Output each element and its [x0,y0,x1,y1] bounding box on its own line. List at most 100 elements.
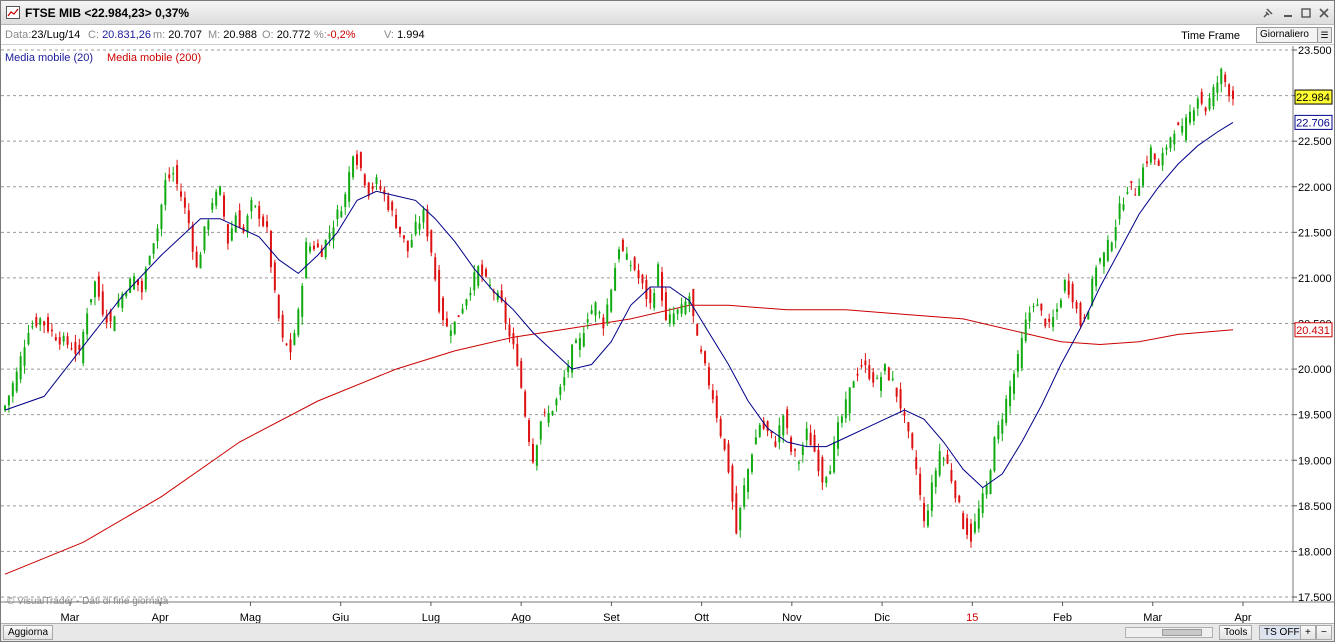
candle-body [1099,258,1102,262]
candle-body [1228,84,1231,97]
tools-button[interactable]: Tools [1219,625,1253,640]
candle-body [672,313,675,325]
y-tick-label: 23.500 [1298,46,1332,57]
candle-body [1059,300,1062,308]
candle-body [1130,180,1133,184]
candle-body [113,316,116,332]
candle-body [398,226,401,234]
candle-body [457,315,460,318]
candle-body [520,360,523,388]
candle-body [7,395,10,406]
candle-body [657,264,660,286]
close-icon[interactable] [1316,5,1332,21]
candle-body [438,270,441,312]
candle-body [531,443,534,463]
candle-body [152,243,155,254]
candle-body [191,225,194,252]
candle-body [880,376,883,391]
candle-body [876,377,879,379]
candle-body [328,233,331,239]
y-tick-label: 19.000 [1298,455,1332,467]
candle-body [371,186,374,190]
candle-body [508,324,511,337]
candle-body [359,152,362,169]
scrollbar-thumb[interactable] [1162,629,1202,636]
minimize-icon[interactable] [1280,5,1296,21]
candle-body [1157,160,1160,166]
candle-body [285,343,288,345]
candle-body [837,422,840,449]
candle-body [430,230,433,253]
candle-body [332,227,335,241]
candle-body [1173,133,1176,145]
candle-body [1005,398,1008,423]
scrollbar[interactable] [1125,627,1213,638]
candle-body [426,209,429,237]
refresh-button[interactable]: Aggiorna [3,625,54,640]
candle-body [668,314,671,324]
candle-body [864,360,867,366]
candle-body [528,420,531,442]
candle-body [477,266,480,286]
candle-body [774,441,777,447]
candle-body [187,210,190,224]
candle-body [273,262,276,291]
candle-body [1001,419,1004,434]
candle-body [355,154,358,166]
candle-body [1212,87,1215,107]
candle-body [754,437,757,445]
candle-body [923,503,926,522]
chart-svg[interactable]: 23.50023.00022.50022.00021.50021.00020.5… [1,45,1334,624]
candle-body [739,507,742,531]
legend-ma200[interactable]: Media mobile (200) [107,52,201,64]
candle-body [391,201,394,211]
candle-body [809,432,812,446]
candle-body [1095,267,1098,287]
candle-body [966,518,969,535]
candle-body [578,338,581,350]
candle-body [316,243,319,248]
candle-body [402,235,405,239]
restore-icon[interactable] [1298,5,1314,21]
candle-body [156,228,159,242]
candle-body [829,471,832,475]
candle-body [1200,91,1203,104]
candle-body [962,513,965,529]
candle-body [567,365,570,373]
candle-body [226,224,229,244]
candle-body [649,289,652,304]
y-tick-label: 22.500 [1298,136,1332,148]
candle-body [58,337,61,345]
candle-body [504,301,507,324]
candle-body [582,333,585,347]
candle-body [981,493,984,514]
candle-body [907,422,910,432]
candle-body [215,191,218,206]
pin-icon[interactable] [1260,5,1276,21]
status-bar: Aggiorna Tools TS OFF + − [1,623,1334,641]
price-chart[interactable]: 23.50023.00022.50022.00021.50021.00020.5… [1,45,1334,624]
candle-body [1024,319,1027,341]
candle-body [418,223,421,230]
pct-field: %:-0,2% [314,29,356,41]
timeframe-select[interactable]: Giornaliero ☰ [1256,27,1332,43]
zoom-in-button[interactable]: + [1300,625,1316,640]
title-bar[interactable]: FTSE MIB <22.984,23> 0,37% [1,1,1334,25]
candle-body [27,332,30,345]
candle-body [129,278,132,293]
candle-body [481,264,484,276]
ts-toggle-button[interactable]: TS OFF [1259,625,1305,640]
candle-body [453,321,456,334]
watermark: © VisualTrader - Dati di fine giornata [7,596,169,607]
candle-body [778,425,781,443]
candle-body [15,371,18,392]
candle-body [207,220,210,230]
candle-body [938,451,941,476]
candle-body [727,443,730,473]
legend-ma20[interactable]: Media mobile (20) [5,52,93,64]
candle-body [101,291,104,315]
candle-body [997,424,1000,440]
candle-body [1075,302,1078,309]
zoom-out-button[interactable]: − [1316,625,1332,640]
menu-icon[interactable]: ☰ [1317,28,1331,42]
